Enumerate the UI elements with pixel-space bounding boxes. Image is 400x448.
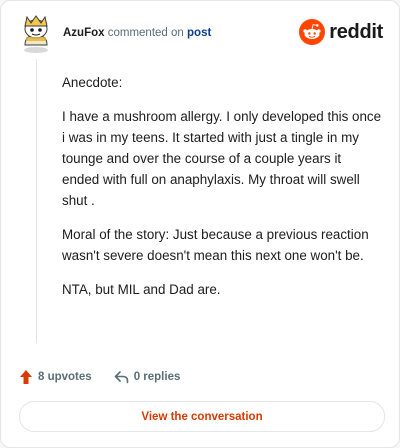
upvote-button[interactable]: 8 upvotes xyxy=(19,369,92,385)
reddit-logo[interactable]: reddit xyxy=(299,18,383,46)
author-name[interactable]: AzuFox xyxy=(63,27,105,39)
thread-line xyxy=(36,59,37,343)
reply-count: 0 replies xyxy=(133,371,181,383)
snoo-avatar-icon[interactable] xyxy=(19,15,53,53)
comment-actions: 8 upvotes 0 replies xyxy=(19,367,180,387)
comment-paragraph: Anecdote: xyxy=(62,75,123,90)
logo-wordmark: reddit xyxy=(329,20,383,43)
reddit-snoo-icon xyxy=(299,19,326,45)
comment-body: Anecdote: I have a mushroom allergy. I o… xyxy=(62,72,382,313)
comment-embed-card: AzuFox commented on post reddit Anecdote… xyxy=(0,0,400,448)
comment-paragraph: I have a mushroom allergy. I only develo… xyxy=(62,109,382,208)
reply-button[interactable]: 0 replies xyxy=(114,370,181,384)
action-text: commented on xyxy=(107,27,184,39)
upvote-arrow-icon xyxy=(20,370,32,384)
post-link[interactable]: post xyxy=(187,27,211,39)
comment-paragraph: NTA, but MIL and Dad are. xyxy=(62,282,221,297)
reply-icon xyxy=(114,371,128,384)
view-conversation-button[interactable]: View the conversation xyxy=(19,401,385,432)
byline: AzuFox commented on post xyxy=(63,27,211,39)
upvote-count: 8 upvotes xyxy=(38,371,92,383)
comment-header: AzuFox commented on post reddit xyxy=(19,15,383,55)
comment-paragraph: Moral of the story: Just because a previ… xyxy=(62,227,369,263)
